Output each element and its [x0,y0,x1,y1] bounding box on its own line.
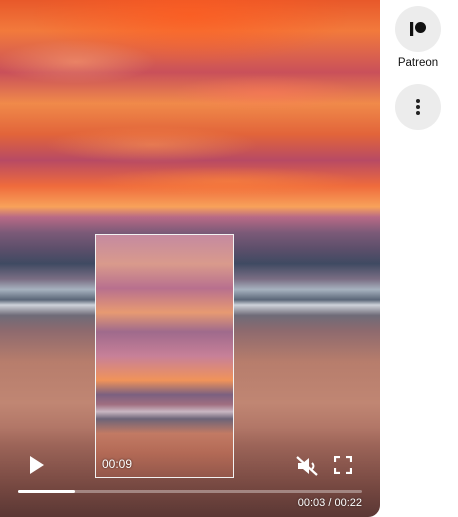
progress-bar[interactable] [18,490,362,493]
page: 00:09 00:03 / 00:22 Patreon [0,0,458,517]
mute-button[interactable] [295,455,319,477]
play-button[interactable] [28,455,46,475]
fullscreen-button[interactable] [333,455,353,475]
preview-timestamp: 00:09 [102,457,133,471]
play-icon [30,456,44,474]
more-options-button[interactable] [395,84,441,130]
patreon-button[interactable] [395,6,441,52]
video-player[interactable]: 00:09 00:03 / 00:22 [0,0,380,517]
scrub-preview-thumbnail: 00:09 [95,234,234,478]
patreon-icon [410,22,426,36]
patreon-label: Patreon [397,57,439,69]
progress-fill [18,490,75,493]
muted-speaker-icon [296,456,318,476]
more-vertical-icon [416,99,420,115]
fullscreen-icon [333,455,353,475]
time-display: 00:03 / 00:22 [297,497,362,509]
